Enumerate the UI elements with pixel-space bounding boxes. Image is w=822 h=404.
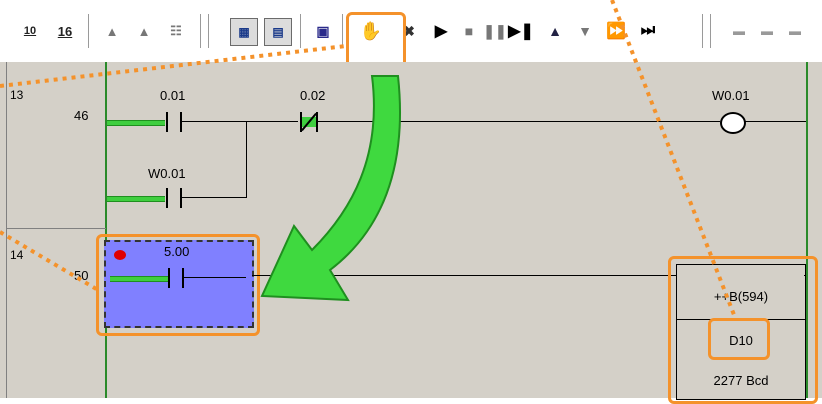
run-icon[interactable]: ▶ (430, 18, 452, 44)
toolbar-separator (710, 14, 714, 48)
power-rail-left (105, 62, 107, 398)
transfer-icon[interactable]: ▣ (310, 18, 336, 44)
coil-label: W0.01 (712, 88, 750, 103)
toolbar-separator (702, 14, 706, 48)
skip-end-icon[interactable]: ⏭ (636, 18, 660, 44)
fast-forward-icon[interactable]: ⏩ (604, 18, 628, 44)
step-out-icon[interactable]: ▼ (574, 18, 596, 44)
selected-contact-highlight (96, 234, 260, 336)
nc-contact-right-bar (316, 112, 318, 132)
rung-divider (6, 228, 106, 229)
step-in-icon[interactable]: ▲ (544, 18, 566, 44)
convert-hex-label: 16 (57, 23, 73, 39)
ladder-left-border (6, 62, 7, 398)
contact-label: 0.02 (300, 88, 326, 103)
contact-right-bar (180, 112, 182, 132)
convert-decimal-label: 10 (23, 24, 37, 37)
step-number: 46 (74, 108, 89, 123)
step-icon[interactable]: ▶❚ (508, 18, 534, 44)
move-down-icon[interactable]: ▲ (132, 18, 156, 44)
rung-wire (744, 121, 806, 122)
step-number: 50 (74, 268, 89, 283)
contact-label: 0.01 (160, 88, 186, 103)
extra-tool-icon[interactable]: ▬ (784, 18, 806, 44)
move-up-icon[interactable]: ▲ (100, 18, 124, 44)
extra-tool-icon[interactable]: ▬ (756, 18, 778, 44)
contact-left-bar (166, 112, 168, 132)
toolbar-separator (200, 14, 204, 48)
contact-left-bar (166, 188, 168, 208)
ladder-diagram: 13 46 0.01 0.02 W0.01 W0.01 14 50 5.00 +… (0, 62, 822, 404)
convert-decimal-button[interactable]: 10 (18, 18, 42, 44)
rung-wire (252, 275, 676, 276)
extra-tool-icon[interactable]: ▬ (728, 18, 750, 44)
rung-wire (318, 121, 720, 122)
convert-hex-button[interactable]: 16 (52, 18, 78, 44)
coil-symbol (720, 112, 746, 134)
rung-wire (182, 197, 246, 198)
toolbar-separator (88, 14, 92, 48)
energized-wire (107, 120, 165, 126)
online-edit-icon[interactable]: ▦ (230, 18, 258, 46)
contact-label: W0.01 (148, 166, 186, 181)
toolbar: 10 16 ▲ ▲ ☷ ▦ ▤ ▣ ✋ ✖ ▶ ■ ❚❚ ▶❚ ▲ ▼ ⏩ ⏭ … (0, 0, 822, 60)
contact-right-bar (180, 188, 182, 208)
pause-icon[interactable]: ❚❚ (483, 18, 506, 44)
toolbar-separator (300, 14, 304, 48)
network-icon[interactable]: ☷ (164, 18, 188, 44)
rung-number: 14 (10, 248, 24, 262)
operand-highlight (708, 318, 770, 360)
branch-wire (246, 121, 247, 198)
monitor-icon[interactable]: ▤ (264, 18, 292, 46)
rung-wire (182, 121, 298, 122)
toolbar-separator (208, 14, 212, 48)
stop-icon[interactable]: ■ (458, 18, 480, 44)
rung-number: 13 (10, 88, 24, 102)
energized-wire (107, 196, 165, 202)
